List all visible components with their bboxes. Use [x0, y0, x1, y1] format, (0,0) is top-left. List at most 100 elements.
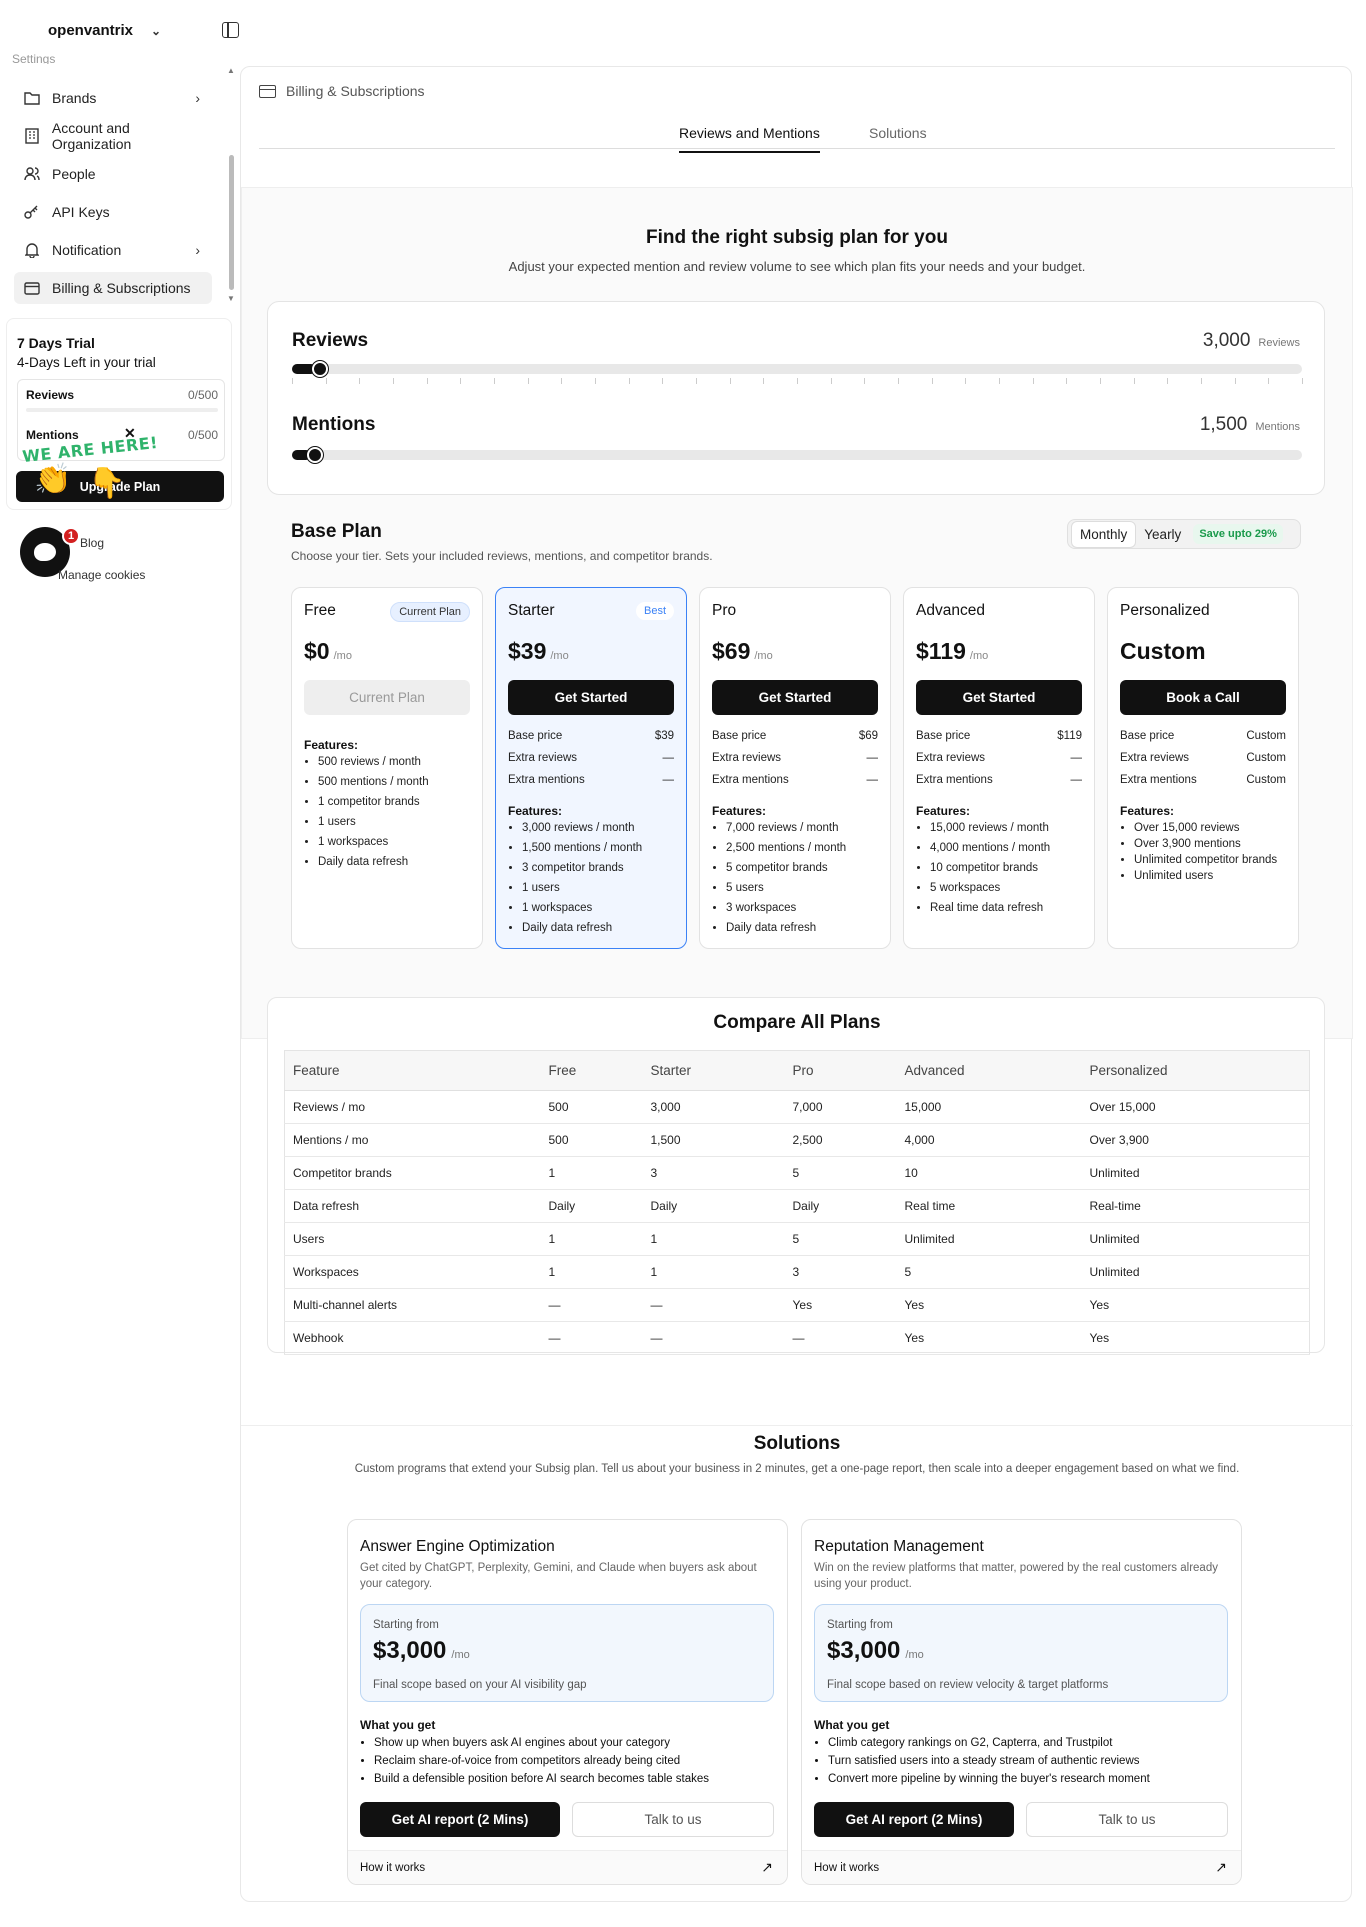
bell-icon [24, 242, 40, 258]
value-cell: 1 [540, 1156, 643, 1190]
sidebar-item-billing[interactable]: Billing & Subscriptions [14, 272, 212, 304]
table-row: Mentions / mo 500 1,500 2,500 4,000 Over 3,90… [284, 1123, 1310, 1157]
current-plan-button[interactable]: Current Plan [304, 680, 470, 715]
slider-tick [1066, 378, 1068, 384]
feature-cell: Workspaces [284, 1255, 541, 1289]
price-row: Extra reviews — [712, 752, 878, 774]
book-a-call-button[interactable]: Book a Call [1120, 680, 1286, 715]
usage-mentions-label: Mentions [26, 428, 79, 442]
solution-scope-note: Final scope based on review velocity & t… [827, 1679, 1109, 1691]
solution-price-period: /mo [905, 1649, 924, 1661]
compare-table-body: Reviews / mo 500 3,000 7,000 15,000 Over 15,0… [284, 1090, 1310, 1355]
sidebar-item-people[interactable]: People [14, 158, 212, 190]
slider-tick [898, 378, 899, 384]
get-started-button[interactable]: Get Started [712, 680, 878, 715]
feature-item: 4,000 mentions / month [930, 838, 1086, 858]
value-cell: Daily [540, 1189, 643, 1223]
solution-price-period: /mo [451, 1649, 470, 1661]
plan-price-amount: $39 [508, 638, 547, 664]
key-icon [24, 204, 40, 220]
tab-reviews-and-mentions[interactable]: Reviews and Mentions [679, 125, 820, 153]
blog-link[interactable]: Blog [80, 536, 104, 550]
starting-from-label: Starting from [827, 1619, 893, 1631]
feature-item: 5 competitor brands [726, 858, 882, 878]
table-row: Data refresh Daily Daily Daily Real time Real… [284, 1189, 1310, 1223]
plan-price: $39/mo [508, 638, 569, 665]
value-cell: Daily [784, 1189, 897, 1223]
plan-price-amount: Custom [1120, 638, 1206, 664]
feature-list: 3,000 reviews / month 1,500 mentions / m… [508, 818, 678, 938]
org-switcher[interactable]: openvantrix ⌄ [48, 22, 161, 39]
features-heading: Features: [916, 804, 971, 818]
billing-monthly-option[interactable]: Monthly [1071, 520, 1137, 548]
reviews-slider[interactable] [292, 361, 1302, 377]
building-icon [24, 128, 40, 144]
price-breakdown: Base price $39 Extra reviews — Extra menti… [508, 730, 674, 796]
talk-to-us-button[interactable]: Talk to us [572, 1802, 774, 1837]
plan-card-starter: Starter Best $39/mo Get Started Base pri… [495, 587, 687, 949]
feature-list: 500 reviews / month 500 mentions / month… [304, 752, 474, 872]
solution-price-amount: $3,000 [373, 1637, 447, 1664]
price-row-label: Base price [916, 730, 971, 742]
get-ai-report-button[interactable]: Get AI report (2 Mins) [814, 1802, 1014, 1837]
yearly-savings-badge: Save upto 29% [1193, 524, 1283, 544]
feature-item: 2,500 mentions / month [726, 838, 882, 858]
sidebar-item-account[interactable]: Account and Organization [14, 120, 212, 152]
slider-tick [999, 378, 1000, 384]
features-heading: Features: [712, 804, 767, 818]
slider-tick [561, 378, 563, 384]
feature-item: 3 competitor brands [522, 858, 678, 878]
feature-item: 500 mentions / month [318, 772, 474, 792]
solution-title: Answer Engine Optimization [360, 1538, 555, 1555]
get-ai-report-button[interactable]: Get AI report (2 Mins) [360, 1802, 560, 1837]
tab-solutions[interactable]: Solutions [869, 125, 927, 141]
price-row-value: Custom [1246, 730, 1286, 742]
billing-yearly-option[interactable]: Yearly [1136, 522, 1189, 547]
value-cell: 7,000 [784, 1090, 897, 1124]
mentions-slider-handle[interactable] [307, 447, 324, 463]
feature-cell: Data refresh [284, 1189, 541, 1223]
sidebar-scrollbar[interactable] [229, 155, 234, 290]
sidebar: openvantrix ⌄ Settings Brands › Account … [0, 0, 239, 1927]
features-heading: Features: [508, 804, 563, 818]
price-row-label: Extra mentions [916, 774, 993, 786]
sidebar-toggle-icon[interactable] [222, 22, 239, 38]
scroll-up-icon[interactable]: ▲ [227, 66, 235, 75]
price-row-value: — [866, 774, 879, 786]
column-header: Feature [284, 1050, 541, 1091]
how-it-works-link[interactable]: How it works ↗ [348, 1850, 787, 1884]
best-badge: Best [635, 602, 674, 620]
feature-list: 7,000 reviews / month 2,500 mentions / m… [712, 818, 882, 938]
feature-item: Over 15,000 reviews [1134, 820, 1290, 836]
value-cell: 10 [896, 1156, 1082, 1190]
sidebar-item-label: API Keys [52, 204, 110, 220]
feature-list: 15,000 reviews / month 4,000 mentions / … [916, 818, 1086, 918]
page-subheading: Adjust your expected mention and review … [508, 259, 1086, 274]
solutions-divider [241, 1425, 1353, 1426]
price-row-label: Extra reviews [712, 752, 782, 764]
reviews-slider-handle[interactable] [312, 361, 329, 377]
what-you-get-heading: What you get [814, 1718, 890, 1732]
how-it-works-link[interactable]: How it works ↗ [802, 1850, 1241, 1884]
price-row-label: Base price [712, 730, 767, 742]
app-root: openvantrix ⌄ Settings Brands › Account … [0, 0, 1366, 1927]
table-row: Multi-channel alerts — — Yes Yes Yes [284, 1288, 1310, 1322]
mentions-unit: Mentions [1255, 421, 1300, 433]
sidebar-item-api-keys[interactable]: API Keys [14, 196, 212, 228]
value-cell: 15,000 [896, 1090, 1082, 1124]
sidebar-item-label: People [52, 166, 96, 182]
talk-to-us-button[interactable]: Talk to us [1026, 1802, 1228, 1837]
scroll-down-icon[interactable]: ▼ [227, 294, 235, 303]
feature-list: Over 15,000 reviews Over 3,900 mentions … [1120, 820, 1290, 884]
mentions-slider[interactable] [292, 447, 1302, 463]
table-row: Users 1 1 5 Unlimited Unlimited [284, 1222, 1310, 1256]
value-cell: Yes [1081, 1321, 1310, 1355]
get-started-button[interactable]: Get Started [916, 680, 1082, 715]
sidebar-item-notification[interactable]: Notification › [14, 234, 212, 266]
current-plan-badge: Current Plan [390, 602, 470, 622]
slider-tick [292, 378, 293, 384]
sidebar-item-brands[interactable]: Brands › [14, 82, 212, 114]
manage-cookies-link[interactable]: Manage cookies [58, 568, 145, 582]
price-row-label: Extra mentions [508, 774, 585, 786]
get-started-button[interactable]: Get Started [508, 680, 674, 715]
